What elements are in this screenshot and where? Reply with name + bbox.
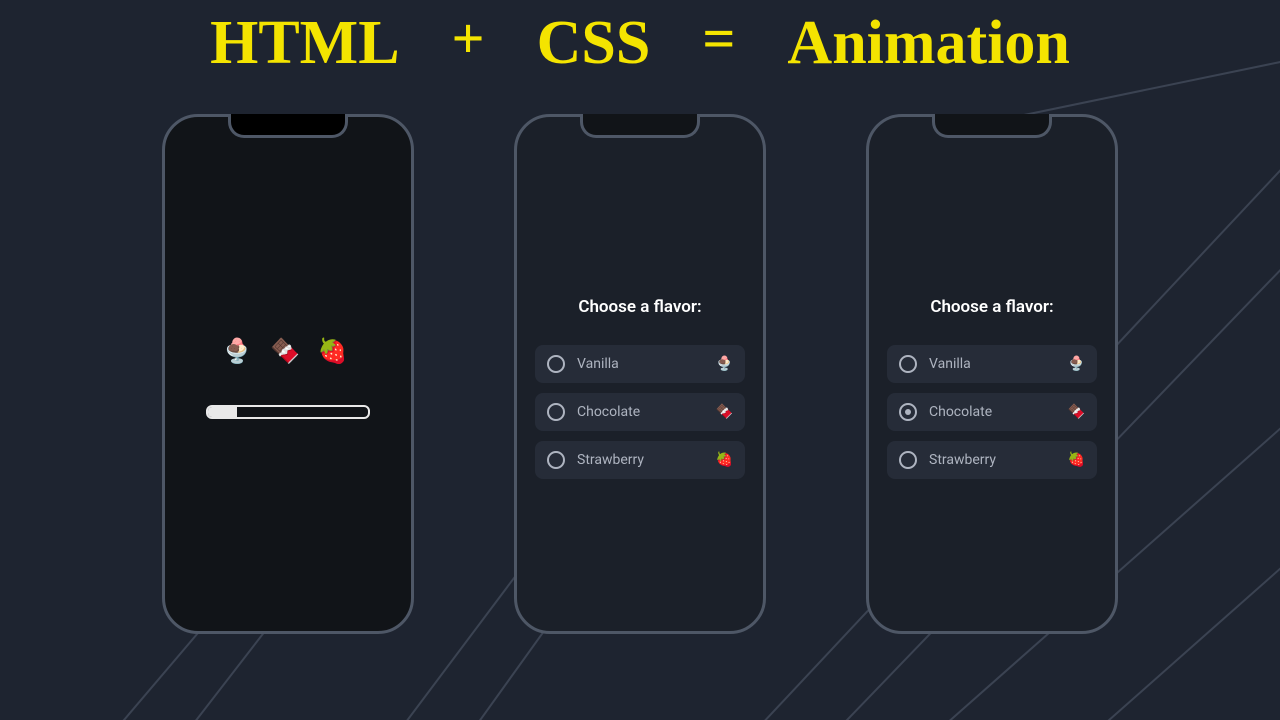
radio-icon — [547, 451, 565, 469]
flavor-option-list: Vanilla 🍨 Chocolate 🍫 Strawberry 🍓 — [535, 345, 745, 479]
phone-notch — [228, 114, 348, 138]
title-word-html: HTML — [210, 12, 399, 74]
option-label: Strawberry — [929, 452, 1068, 468]
phone-notch — [932, 114, 1052, 138]
chocolate-icon: 🍫 — [1068, 404, 1085, 420]
option-label: Chocolate — [929, 404, 1068, 420]
flavor-option-strawberry[interactable]: Strawberry 🍓 — [887, 441, 1097, 479]
phone-notch — [580, 114, 700, 138]
strawberry-icon: 🍓 — [318, 337, 354, 365]
flavor-option-chocolate[interactable]: Chocolate 🍫 — [535, 393, 745, 431]
radio-icon-selected — [899, 403, 917, 421]
phone-frame-animation: Choose a flavor: Vanilla 🍨 Chocolate 🍫 S… — [866, 114, 1118, 634]
strawberry-icon: 🍓 — [1068, 452, 1085, 468]
chocolate-icon: 🍫 — [716, 404, 733, 420]
ice-cream-icon: 🍨 — [716, 356, 733, 372]
progress-bar-fill — [208, 407, 237, 417]
radio-icon — [899, 355, 917, 373]
title-plus: + — [452, 10, 485, 68]
page-title: HTML + CSS = Animation — [0, 0, 1280, 74]
strawberry-icon: 🍓 — [716, 452, 733, 468]
loader-icons-row: 🍨 🍫 🍓 — [183, 337, 393, 365]
flavor-prompt: Choose a flavor: — [887, 297, 1097, 317]
radio-icon — [899, 451, 917, 469]
option-label: Chocolate — [577, 404, 716, 420]
phone-frame-css: Choose a flavor: Vanilla 🍨 Chocolate 🍫 S… — [514, 114, 766, 634]
radio-icon — [547, 355, 565, 373]
ice-cream-icon: 🍨 — [222, 337, 258, 365]
flavor-option-chocolate[interactable]: Chocolate 🍫 — [887, 393, 1097, 431]
flavor-option-list: Vanilla 🍨 Chocolate 🍫 Strawberry 🍓 — [887, 345, 1097, 479]
phone-frame-html: 🍨 🍫 🍓 — [162, 114, 414, 634]
chocolate-icon: 🍫 — [270, 337, 306, 365]
option-label: Strawberry — [577, 452, 716, 468]
progress-bar — [206, 405, 370, 419]
option-label: Vanilla — [577, 356, 716, 372]
title-word-css: CSS — [537, 12, 651, 74]
radio-icon — [547, 403, 565, 421]
ice-cream-icon: 🍨 — [1068, 356, 1085, 372]
flavor-option-vanilla[interactable]: Vanilla 🍨 — [535, 345, 745, 383]
option-label: Vanilla — [929, 356, 1068, 372]
flavor-prompt: Choose a flavor: — [535, 297, 745, 317]
title-equals: = — [702, 10, 735, 68]
flavor-option-strawberry[interactable]: Strawberry 🍓 — [535, 441, 745, 479]
flavor-option-vanilla[interactable]: Vanilla 🍨 — [887, 345, 1097, 383]
title-word-anim: Animation — [787, 12, 1069, 74]
